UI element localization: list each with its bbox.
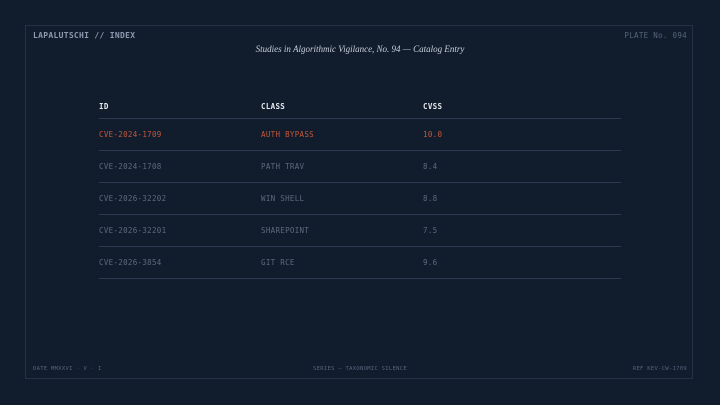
cve-id-cell: CVE-2026-3854	[99, 258, 162, 267]
cvss-cell: 10.0	[423, 130, 443, 139]
cvss-cell: 8.4	[423, 162, 438, 171]
table-row: CVE-2024-1708 PATH TRAV 8.4	[99, 151, 621, 183]
footer-series: SERIES — TAXONOMIC SILENCE	[313, 366, 407, 372]
class-cell: WIN SHELL	[261, 194, 305, 203]
cve-table: ID CLASS CVSS CVE-2024-1709 AUTH BYPASS …	[99, 97, 621, 279]
cvss-cell: 8.8	[423, 194, 438, 203]
page-subtitle: Studies in Algorithmic Vigilance, No. 94…	[255, 44, 465, 54]
cve-id-cell: CVE-2024-1708	[99, 162, 162, 171]
column-header-class: CLASS	[261, 102, 286, 111]
footer-ref: REF KEV-CW-1709	[632, 366, 687, 372]
cvss-cell: 9.6	[423, 258, 438, 267]
column-header-id: ID	[99, 102, 109, 111]
plate-number: PLATE No. 094	[624, 31, 687, 40]
column-header-cvss: CVSS	[423, 102, 443, 111]
class-cell: SHAREPOINT	[261, 226, 310, 235]
cve-id-cell: CVE-2026-32202	[99, 194, 167, 203]
class-cell: PATH TRAV	[261, 162, 305, 171]
table-row: CVE-2026-32202 WIN SHELL 8.8	[99, 183, 621, 215]
class-cell: GIT RCE	[261, 258, 295, 267]
brand-title: LAPALUTSCHI // INDEX	[33, 31, 136, 40]
table-row: CVE-2026-3854 GIT RCE 9.6	[99, 247, 621, 279]
class-cell: AUTH BYPASS	[261, 130, 314, 139]
cve-id-cell: CVE-2024-1709	[99, 130, 162, 139]
table-row: CVE-2024-1709 AUTH BYPASS 10.0	[99, 119, 621, 151]
cve-id-cell: CVE-2026-32201	[99, 226, 167, 235]
cvss-cell: 7.5	[423, 226, 438, 235]
table-row: CVE-2026-32201 SHAREPOINT 7.5	[99, 215, 621, 247]
table-header: ID CLASS CVSS	[99, 97, 621, 119]
